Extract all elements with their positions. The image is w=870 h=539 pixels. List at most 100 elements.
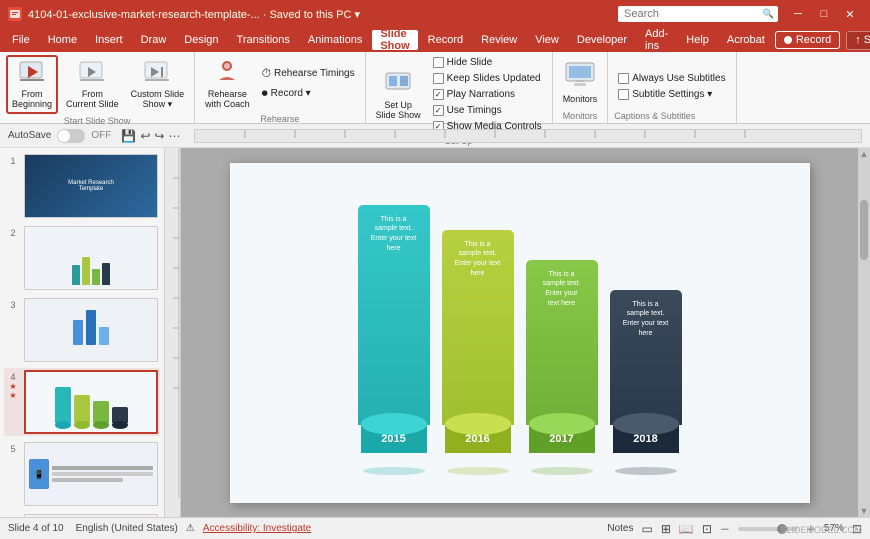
- menu-view[interactable]: View: [527, 30, 567, 50]
- slide-image-1: Market ResearchTemplate: [24, 154, 158, 218]
- captions-top: Always Use Subtitles Subtitle Settings ▾: [614, 55, 729, 109]
- ribbon-btn-custom-slideshow[interactable]: Custom SlideShow ▾: [127, 57, 189, 113]
- notes-button[interactable]: Notes: [607, 523, 633, 534]
- menu-review[interactable]: Review: [473, 30, 525, 50]
- record-icon: ⏺: [262, 86, 268, 101]
- autosave-toggle[interactable]: [57, 129, 85, 143]
- play-narrations-label: Play Narrations: [447, 89, 515, 100]
- custom-slideshow-label: Custom SlideShow ▾: [131, 89, 185, 110]
- ribbon-always-subtitles[interactable]: Always Use Subtitles: [614, 71, 729, 86]
- record-menu-button[interactable]: Record: [775, 31, 840, 49]
- slide-sorter-icon[interactable]: ⊞: [661, 522, 671, 536]
- slide-number-2: 2: [6, 228, 20, 238]
- language-label: English (United States): [76, 523, 178, 534]
- scroll-down-button[interactable]: ▼: [858, 505, 870, 517]
- play-narrations-checkbox[interactable]: [433, 89, 444, 100]
- slideshow-view-icon[interactable]: ⊡: [702, 522, 712, 536]
- ribbon-2018: This is asample text.Enter your texthere: [610, 290, 682, 425]
- column-2015: This is asample text.Enter your texthere…: [358, 205, 430, 475]
- more-icon[interactable]: ⋯: [168, 129, 180, 143]
- ribbon-btn-monitors[interactable]: Monitors: [559, 58, 602, 107]
- slide-thumb-4[interactable]: 4 ★ ★: [4, 368, 160, 436]
- ribbon-2016: This is asample text.Enter your texthere: [442, 230, 514, 425]
- window-controls: ─ □ ✕: [786, 5, 862, 23]
- monitors-icon: [564, 61, 596, 93]
- ribbon-group-label-monitors: Monitors: [563, 111, 598, 121]
- menu-addins[interactable]: Add-ins: [637, 30, 676, 50]
- title-bar-left: 4104-01-exclusive-market-research-templa…: [8, 7, 618, 21]
- save-icon[interactable]: 💾: [121, 129, 136, 143]
- ribbon-btn-rehearse-coach[interactable]: Rehearsewith Coach: [201, 55, 254, 112]
- ribbon-group-monitors: Monitors Monitors: [553, 52, 609, 123]
- cylinder-2017: 2017: [526, 425, 598, 465]
- minimize-button[interactable]: ─: [786, 5, 810, 23]
- use-timings-label: Use Timings: [447, 105, 502, 116]
- slide-thumb-2[interactable]: 2: [4, 224, 160, 292]
- close-button[interactable]: ✕: [838, 5, 862, 23]
- ribbon-btn-from-beginning[interactable]: FromBeginning: [6, 55, 58, 114]
- slide-canvas[interactable]: This is asample text.Enter your texthere…: [230, 163, 810, 503]
- record-button-label: Record: [796, 34, 831, 46]
- menu-acrobat[interactable]: Acrobat: [719, 30, 773, 50]
- ribbon-btn-from-current[interactable]: FromCurrent Slide: [62, 57, 123, 112]
- ribbon-group-rehearse: Rehearsewith Coach ⏱ Rehearse Timings ⏺ …: [195, 52, 366, 123]
- shadow-2015: [363, 467, 425, 475]
- ribbon-use-timings[interactable]: Use Timings: [429, 103, 546, 118]
- menu-file[interactable]: File: [4, 30, 38, 50]
- slide-thumb-6[interactable]: 6: [4, 512, 160, 517]
- ribbon-subtitle-settings[interactable]: Subtitle Settings ▾: [614, 87, 729, 102]
- ribbon-btn-setup-slideshow[interactable]: Set UpSlide Show: [372, 66, 425, 123]
- ribbon-btn-record[interactable]: ⏺ Record ▾: [258, 84, 359, 103]
- normal-view-icon[interactable]: ▭: [642, 522, 653, 536]
- menu-record[interactable]: Record: [420, 30, 471, 50]
- menu-developer[interactable]: Developer: [569, 30, 635, 50]
- scroll-up-button[interactable]: ▲: [858, 148, 870, 160]
- ribbon-btn-rehearse-timings[interactable]: ⏱ Rehearse Timings: [258, 64, 359, 83]
- zoom-out-button[interactable]: －: [720, 521, 730, 536]
- hide-slide-checkbox[interactable]: [433, 57, 444, 68]
- subtitle-settings-checkbox[interactable]: [618, 89, 629, 100]
- always-subtitles-label: Always Use Subtitles: [632, 73, 725, 84]
- ribbon-keep-updated[interactable]: Keep Slides Updated: [429, 71, 546, 86]
- slide-image-6: [24, 514, 158, 517]
- maximize-button[interactable]: □: [812, 5, 836, 23]
- text-2015: This is asample text.Enter your texthere: [367, 215, 421, 254]
- vertical-scrollbar[interactable]: ▲ ▼: [858, 148, 870, 517]
- search-wrap: [618, 6, 778, 22]
- status-bar: Slide 4 of 10 English (United States) ⚠ …: [0, 517, 870, 539]
- ribbon-group-label-rehearse: Rehearse: [260, 114, 299, 124]
- setup-slideshow-label: Set UpSlide Show: [376, 100, 421, 120]
- setup-checkboxes: Hide Slide Keep Slides Updated Play Narr…: [429, 55, 546, 134]
- use-timings-checkbox[interactable]: [433, 105, 444, 116]
- menu-insert[interactable]: Insert: [87, 30, 131, 50]
- menu-design[interactable]: Design: [176, 30, 226, 50]
- search-input[interactable]: [618, 6, 778, 22]
- slide-thumb-5[interactable]: 5 📱: [4, 440, 160, 508]
- menu-home[interactable]: Home: [40, 30, 85, 50]
- column-2018: This is asample text.Enter your texthere…: [610, 290, 682, 475]
- subtitle-settings-label: Subtitle Settings ▾: [632, 89, 712, 100]
- slide-thumb-1[interactable]: 1 Market ResearchTemplate: [4, 152, 160, 220]
- undo-icon[interactable]: ↩: [140, 129, 150, 143]
- accessibility-label[interactable]: Accessibility: Investigate: [203, 523, 311, 534]
- slide-thumb-3[interactable]: 3: [4, 296, 160, 364]
- scroll-thumb[interactable]: [860, 200, 868, 260]
- slide-number-3: 3: [6, 300, 20, 310]
- menu-slideshow[interactable]: Slide Show: [372, 30, 417, 50]
- always-subtitles-checkbox[interactable]: [618, 73, 629, 84]
- redo-icon[interactable]: ↪: [154, 129, 164, 143]
- ribbon-play-narrations[interactable]: Play Narrations: [429, 87, 546, 102]
- main-area: 1 Market ResearchTemplate 2: [0, 148, 870, 517]
- keep-updated-checkbox[interactable]: [433, 73, 444, 84]
- share-button[interactable]: ↑ Share ▾: [846, 31, 870, 50]
- menu-bar: File Home Insert Draw Design Transitions…: [0, 28, 870, 52]
- menu-transitions[interactable]: Transitions: [229, 30, 298, 50]
- ribbon-hide-slide[interactable]: Hide Slide: [429, 55, 546, 70]
- record-dot-icon: [784, 36, 792, 44]
- menu-animations[interactable]: Animations: [300, 30, 370, 50]
- from-current-icon: [78, 60, 106, 88]
- shadow-2016: [447, 467, 509, 475]
- menu-help[interactable]: Help: [678, 30, 717, 50]
- reading-view-icon[interactable]: 📖: [679, 522, 694, 536]
- menu-draw[interactable]: Draw: [133, 30, 175, 50]
